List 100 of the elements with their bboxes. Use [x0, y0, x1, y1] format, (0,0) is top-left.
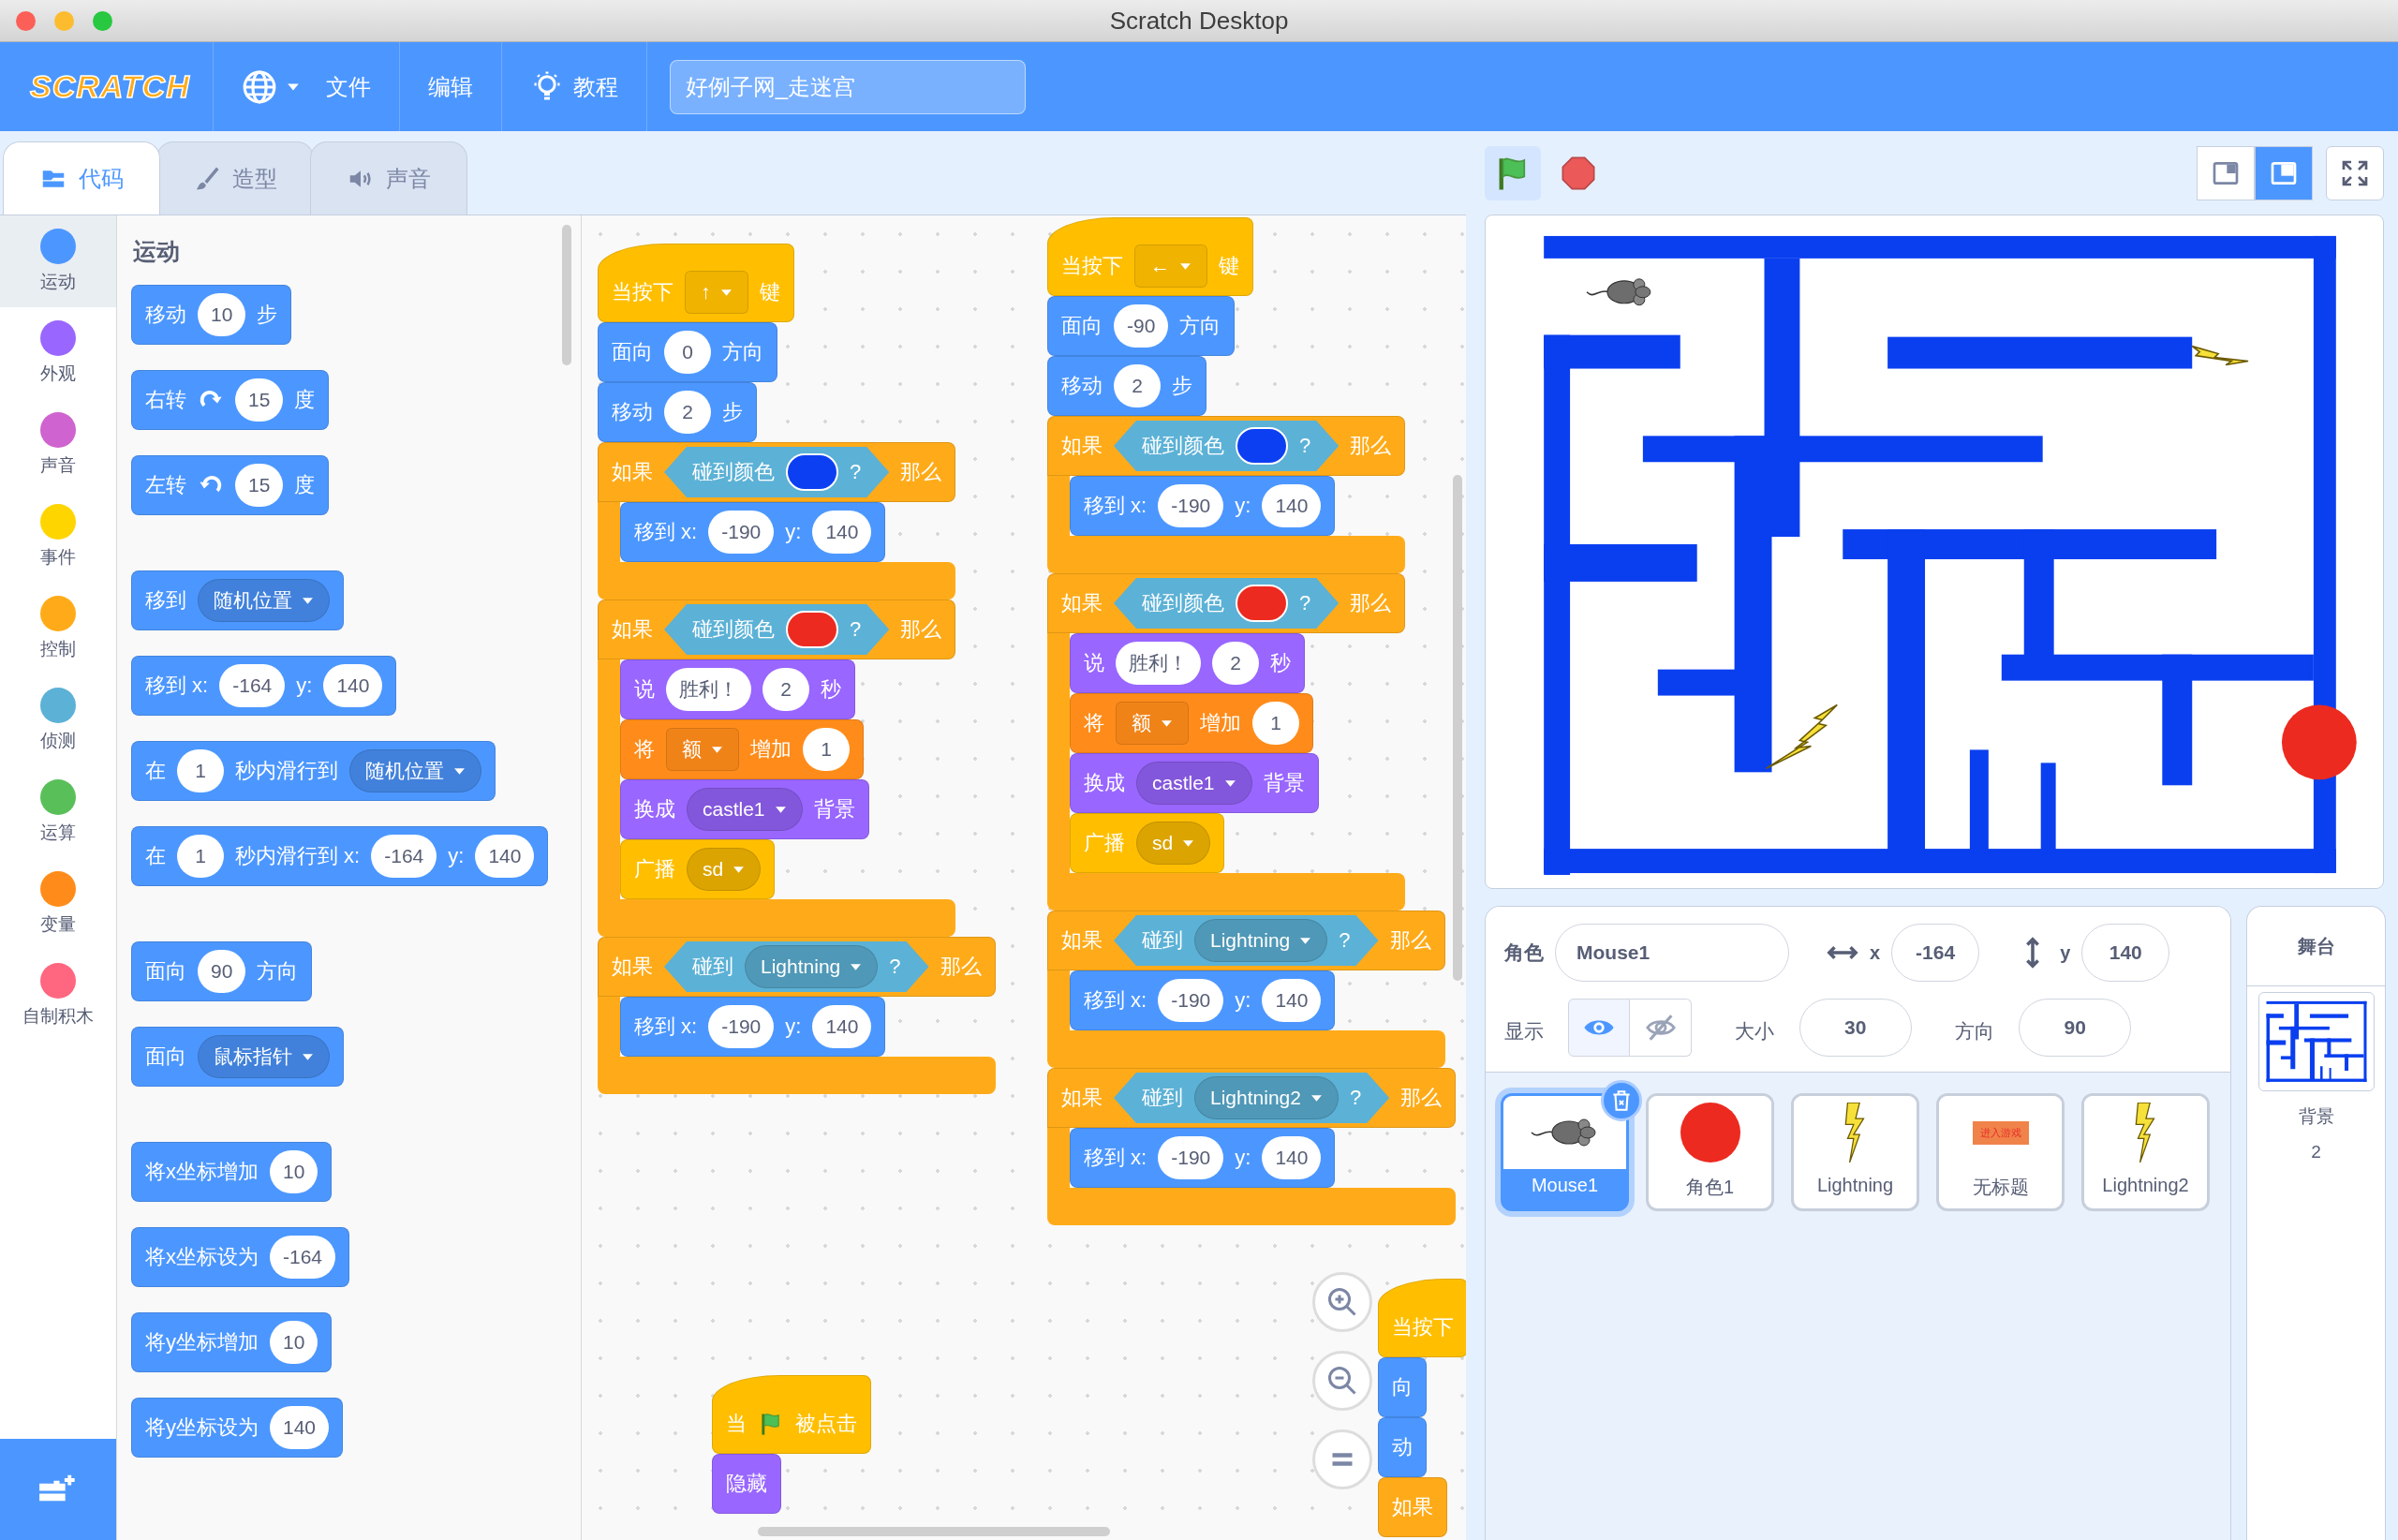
- scrollbar[interactable]: [562, 225, 571, 365]
- code-block[interactable]: 将 额 增加 1: [1070, 693, 1313, 753]
- category-item[interactable]: 声音: [0, 399, 116, 491]
- block-input[interactable]: -164: [371, 835, 437, 878]
- block-input[interactable]: 1: [1252, 702, 1299, 745]
- block-input[interactable]: -190: [1158, 979, 1224, 1022]
- block-input[interactable]: 10: [270, 1150, 318, 1193]
- block-input[interactable]: -164: [219, 664, 286, 707]
- code-block[interactable]: 面向 0 方向: [598, 322, 777, 382]
- code-block[interactable]: 在 1 秒内滑行到 随机位置: [131, 741, 496, 801]
- block-input[interactable]: 2: [762, 668, 809, 711]
- if-block-header[interactable]: 如果 碰到 Lightning2 ? 那么: [1047, 1068, 1457, 1128]
- ball-drawing[interactable]: [2281, 704, 2357, 780]
- code-block[interactable]: 移到 x: -190 y: 140: [620, 502, 886, 562]
- block-input[interactable]: 10: [198, 293, 246, 336]
- code-block[interactable]: 左转 15 度: [131, 455, 330, 515]
- mouse-drawing[interactable]: [1586, 278, 1651, 306]
- block-input[interactable]: -190: [708, 1005, 775, 1048]
- block-dropdown[interactable]: 随机位置: [198, 579, 330, 622]
- block-input[interactable]: 0: [664, 331, 711, 374]
- sprite-tile[interactable]: 角色1: [1646, 1093, 1774, 1211]
- category-item[interactable]: 事件: [0, 491, 116, 583]
- condition-block[interactable]: 碰到 Lightning2 ?: [1114, 1073, 1390, 1123]
- block-input[interactable]: 1: [803, 728, 850, 771]
- block-input[interactable]: 2: [1212, 642, 1259, 685]
- scrollbar[interactable]: [1453, 475, 1462, 981]
- block-dropdown[interactable]: Lightning: [1194, 919, 1328, 962]
- block-input[interactable]: 10: [270, 1321, 318, 1364]
- direction-field[interactable]: 90: [2019, 999, 2132, 1057]
- color-swatch[interactable]: [786, 453, 838, 491]
- color-swatch[interactable]: [786, 611, 838, 648]
- block-dropdown[interactable]: 随机位置: [349, 749, 481, 792]
- block-dropdown[interactable]: castle1: [1136, 762, 1252, 805]
- condition-block[interactable]: 碰到 Lightning ?: [664, 941, 929, 992]
- zoom-button[interactable]: [93, 10, 112, 31]
- block-input[interactable]: -90: [1114, 304, 1169, 348]
- block-dropdown[interactable]: 鼠标指针: [198, 1035, 330, 1078]
- show-button[interactable]: [1568, 999, 1631, 1057]
- lightning-drawing[interactable]: [1765, 703, 1839, 770]
- block-input[interactable]: 1: [177, 749, 224, 792]
- category-item[interactable]: 运动: [0, 215, 116, 307]
- category-item[interactable]: 运算: [0, 766, 116, 858]
- code-block[interactable]: 将y坐标设为 140: [131, 1398, 344, 1458]
- block-dropdown[interactable]: Lightning: [745, 945, 879, 988]
- code-block[interactable]: 换成 castle1 背景: [620, 779, 869, 839]
- block-input[interactable]: -164: [270, 1236, 336, 1279]
- block-dropdown[interactable]: castle1: [687, 788, 803, 831]
- code-block[interactable]: 将 额 增加 1: [620, 719, 864, 779]
- condition-block[interactable]: 碰到 Lightning ?: [1114, 915, 1379, 966]
- block-input[interactable]: 15: [235, 378, 284, 422]
- code-block[interactable]: 移到 x: -164 y: 140: [131, 656, 397, 716]
- code-block[interactable]: 移到 x: -190 y: 140: [1070, 970, 1336, 1030]
- if-block-header[interactable]: 如果 碰到 Lightning ? 那么: [1047, 911, 1445, 970]
- code-block[interactable]: 移到 x: -190 y: 140: [1070, 1128, 1336, 1188]
- block-input[interactable]: 140: [1262, 979, 1322, 1022]
- block-input[interactable]: 胜利！: [666, 668, 751, 711]
- block-input[interactable]: 2: [1114, 364, 1161, 407]
- code-block[interactable]: 移动 10 步: [131, 285, 292, 345]
- color-swatch[interactable]: [1236, 427, 1288, 465]
- code-block[interactable]: 在 1 秒内滑行到 x: -164 y: 140: [131, 826, 549, 886]
- y-field[interactable]: 140: [2081, 924, 2170, 982]
- category-item[interactable]: 外观: [0, 307, 116, 399]
- code-block[interactable]: 将x坐标增加 10: [131, 1142, 333, 1202]
- block-input[interactable]: 胜利！: [1116, 642, 1201, 685]
- sprite-tile[interactable]: Lightning2: [2081, 1093, 2210, 1211]
- code-block[interactable]: 右转 15 度: [131, 370, 330, 430]
- code-block[interactable]: 说 胜利！ 2 秒: [620, 659, 855, 719]
- block-input[interactable]: 140: [812, 511, 872, 554]
- sprite-name-field[interactable]: Mouse1: [1555, 924, 1789, 982]
- code-block[interactable]: 面向 90 方向: [131, 941, 313, 1001]
- stage-size-button[interactable]: [2197, 145, 2255, 200]
- code-block[interactable]: 隐藏: [712, 1454, 781, 1514]
- if-block-header[interactable]: 如果 碰到 Lightning ? 那么: [598, 937, 996, 997]
- stage-thumbnail[interactable]: [2257, 992, 2375, 1091]
- category-item[interactable]: 侦测: [0, 674, 116, 766]
- size-field[interactable]: 30: [1798, 999, 1912, 1057]
- block-input[interactable]: 140: [323, 664, 383, 707]
- block-input[interactable]: -190: [708, 511, 775, 554]
- block-input[interactable]: 140: [812, 1005, 872, 1048]
- block-input[interactable]: -190: [1158, 1136, 1224, 1179]
- block-input[interactable]: -190: [1158, 484, 1224, 527]
- delete-button[interactable]: [1601, 1080, 1642, 1121]
- code-block[interactable]: 移到 随机位置: [131, 570, 344, 630]
- code-block[interactable]: 移到 x: -190 y: 140: [620, 997, 886, 1057]
- code-block[interactable]: 面向 鼠标指针: [131, 1027, 344, 1087]
- category-item[interactable]: 变量: [0, 858, 116, 950]
- code-block[interactable]: 移动 2 步: [1047, 356, 1206, 416]
- scrollbar[interactable]: [758, 1527, 1110, 1536]
- block-input[interactable]: 140: [1262, 1136, 1322, 1179]
- close-button[interactable]: [16, 10, 36, 31]
- code-block[interactable]: 面向 -90 方向: [1047, 296, 1236, 356]
- stage-size-button[interactable]: [2255, 145, 2313, 200]
- block-dropdown[interactable]: Lightning2: [1194, 1076, 1339, 1119]
- block-input[interactable]: 90: [198, 950, 246, 993]
- code-block[interactable]: 移动 2 步: [598, 382, 757, 442]
- code-block[interactable]: 说 胜利！ 2 秒: [1070, 633, 1305, 693]
- block-input[interactable]: 140: [475, 835, 535, 878]
- block-input[interactable]: 1: [177, 835, 224, 878]
- block-input[interactable]: 140: [270, 1406, 330, 1449]
- add-extension-button[interactable]: [0, 1439, 116, 1540]
